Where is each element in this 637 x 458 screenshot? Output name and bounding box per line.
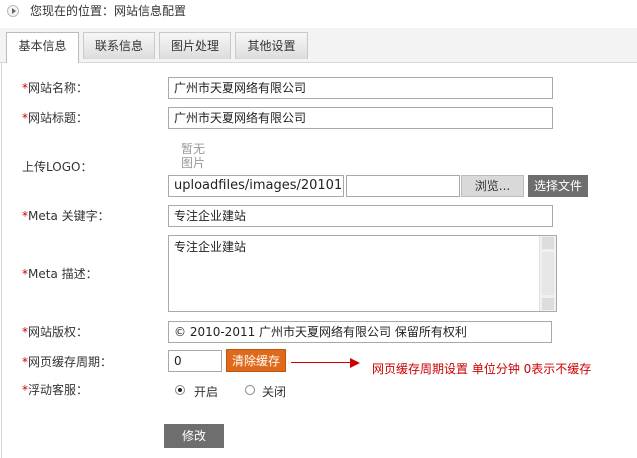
scroll-down-arrow-icon[interactable] [542,298,554,310]
choose-file-button[interactable]: 选择文件 [528,175,588,197]
logo-label: 上传LOGO： [22,160,93,174]
scroll-up-arrow-icon[interactable] [542,237,554,249]
meta-description-label: *Meta 描述： [22,267,98,281]
meta-keywords-input[interactable]: 专注企业建站 [168,205,553,227]
tab-image-processing[interactable]: 图片处理 [159,32,231,59]
textarea-scrollbar[interactable] [539,236,556,311]
site-name-input[interactable]: 广州市天夏网络有限公司 [168,77,553,99]
submit-button[interactable]: 修改 [164,424,224,448]
cache-period-hint: 网页缓存周期设置 单位分钟 0表示不缓存 [372,362,592,376]
tab-contact-info[interactable]: 联系信息 [83,32,155,59]
logo-file-input[interactable] [346,175,460,197]
breadcrumb: 您现在的位置：网站信息配置 [30,4,187,18]
breadcrumb-arrow-icon [7,5,19,17]
meta-keywords-label: *Meta 关键字： [22,209,110,223]
logo-placeholder-image: 暂无图片 [181,142,206,170]
cache-period-label: *网页缓存周期： [22,355,113,369]
float-service-label: *浮动客服： [22,383,89,397]
tab-other-settings[interactable]: 其他设置 [235,32,308,59]
scroll-thumb[interactable] [542,252,554,295]
cache-period-input[interactable]: 0 [168,350,222,372]
meta-description-textarea[interactable]: 专注企业建站 [168,235,557,312]
float-service-on-radio[interactable] [175,385,185,395]
site-title-input[interactable]: 广州市天夏网络有限公司 [168,107,553,129]
float-service-on-label: 开启 [194,385,219,399]
browse-button[interactable]: 浏览... [461,175,524,197]
clear-cache-button[interactable]: 清除缓存 [226,349,286,372]
float-service-off-label: 关闭 [262,385,287,399]
copyright-label: *网站版权： [22,325,89,339]
meta-description-text: 专注企业建站 [174,240,247,254]
hint-arrow-icon [350,358,360,368]
site-name-label: *网站名称： [22,81,89,95]
site-title-label: *网站标题： [22,111,89,125]
float-service-off-radio[interactable] [245,385,255,395]
logo-path-input[interactable]: uploadfiles/images/201010 [168,175,344,197]
copyright-input[interactable]: © 2010-2011 广州市天夏网络有限公司 保留所有权利 [168,321,552,343]
hint-arrow-line [291,362,350,363]
tab-basic-info[interactable]: 基本信息 [6,32,79,63]
